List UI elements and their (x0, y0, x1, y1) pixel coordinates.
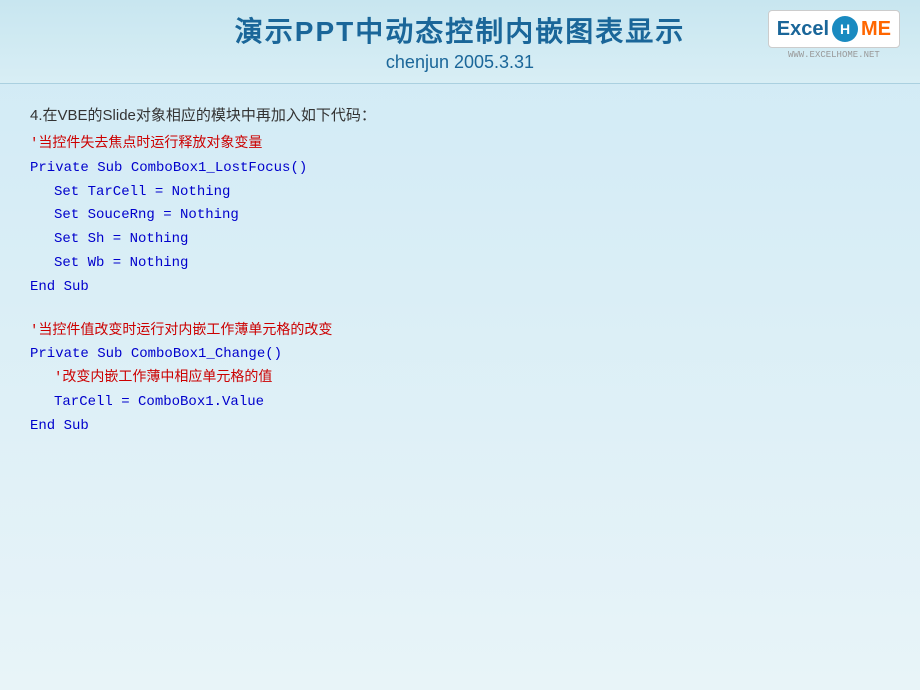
code-line-2: Set TarCell = Nothing (30, 181, 890, 205)
logo-container: Excel H ME WWW.EXCELHOME.NET (768, 10, 900, 60)
code-line-3: Set SouceRng = Nothing (30, 204, 890, 228)
logo-excel-text: Excel (777, 18, 829, 41)
code-line-10: End Sub (30, 415, 890, 439)
header: 演示PPT中动态控制内嵌图表显示 chenjun 2005.3.31 Excel… (0, 0, 920, 84)
code-line-4: Set Sh = Nothing (30, 228, 890, 252)
logo-url: WWW.EXCELHOME.NET (768, 50, 900, 60)
code-line-6: End Sub (30, 276, 890, 300)
comment-line-2: '当控件值改变时运行对内嵌工作薄单元格的改变 (30, 320, 890, 344)
page-container: 演示PPT中动态控制内嵌图表显示 chenjun 2005.3.31 Excel… (0, 0, 920, 690)
logo-home-text: ME (861, 18, 891, 41)
logo: Excel H ME (768, 10, 900, 48)
sub-title: chenjun 2005.3.31 (235, 52, 685, 73)
code-line-1: Private Sub ComboBox1_LostFocus() (30, 157, 890, 181)
section-title: 4.在VBE的Slide对象相应的模块中再加入如下代码： (30, 104, 890, 125)
header-title-block: 演示PPT中动态控制内嵌图表显示 chenjun 2005.3.31 (235, 10, 685, 73)
code-line-8: '改变内嵌工作薄中相应单元格的值 (30, 367, 890, 391)
comment-line-1: '当控件失去焦点时运行释放对象变量 (30, 133, 890, 157)
code-block-1: '当控件失去焦点时运行释放对象变量 Private Sub ComboBox1_… (30, 133, 890, 300)
svg-text:H: H (840, 21, 850, 37)
code-line-9: TarCell = ComboBox1.Value (30, 391, 890, 415)
code-line-5: Set Wb = Nothing (30, 252, 890, 276)
main-content: 4.在VBE的Slide对象相应的模块中再加入如下代码： '当控件失去焦点时运行… (0, 84, 920, 459)
code-line-7: Private Sub ComboBox1_Change() (30, 343, 890, 367)
code-block-2: '当控件值改变时运行对内嵌工作薄单元格的改变 Private Sub Combo… (30, 320, 890, 439)
logo-icon: H (831, 15, 859, 43)
main-title: 演示PPT中动态控制内嵌图表显示 (235, 10, 685, 50)
